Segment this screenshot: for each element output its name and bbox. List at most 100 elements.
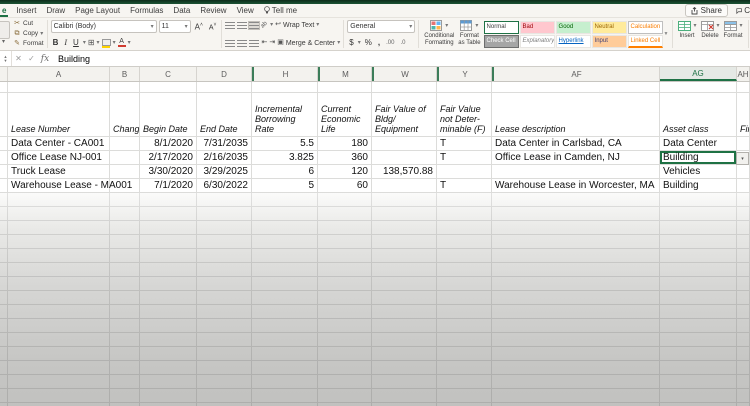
cell-M[interactable]: [318, 277, 372, 291]
cell-Y[interactable]: [437, 347, 492, 361]
cell-AG[interactable]: [660, 305, 737, 319]
cell-AH[interactable]: [737, 347, 750, 361]
cell-AG[interactable]: [660, 291, 737, 305]
cell-C[interactable]: Begin Date: [140, 93, 197, 137]
cut-button[interactable]: ✂ Cut: [13, 20, 44, 28]
cell-H[interactable]: [252, 375, 318, 389]
cell-A[interactable]: [8, 235, 110, 249]
cell-AF[interactable]: [492, 389, 660, 403]
cell-C[interactable]: [140, 319, 197, 333]
cell-C[interactable]: [140, 347, 197, 361]
tab-formulas[interactable]: Formulas: [130, 4, 163, 17]
name-box-stepper[interactable]: ▲ ▼: [0, 51, 12, 66]
cell-AH[interactable]: [737, 305, 750, 319]
cell-B[interactable]: [110, 82, 140, 93]
cell-edge[interactable]: [0, 165, 8, 179]
cell-W[interactable]: [372, 263, 437, 277]
cell-AH[interactable]: [737, 193, 750, 207]
cell-W[interactable]: [372, 305, 437, 319]
cell-A[interactable]: [8, 361, 110, 375]
tab-tell-me[interactable]: Tell me: [263, 4, 297, 17]
fill-color-button[interactable]: [101, 38, 111, 48]
cell-H[interactable]: [252, 193, 318, 207]
cell-B[interactable]: [110, 277, 140, 291]
style-linked-cell[interactable]: Linked Cell: [627, 34, 663, 48]
cell-B[interactable]: [110, 249, 140, 263]
cell-AG[interactable]: [660, 82, 737, 93]
cell-B[interactable]: [110, 389, 140, 403]
cell-Y[interactable]: [437, 82, 492, 93]
cell-W[interactable]: [372, 333, 437, 347]
cell-C[interactable]: [140, 305, 197, 319]
cell-H[interactable]: 3.825: [252, 151, 318, 165]
cell-D[interactable]: [197, 389, 252, 403]
italic-button[interactable]: I: [62, 38, 69, 48]
cell-AF[interactable]: [492, 193, 660, 207]
cell-edge[interactable]: [0, 347, 8, 361]
insert-function-button[interactable]: fx: [38, 54, 52, 64]
bold-button[interactable]: B: [51, 38, 61, 48]
cell-Y[interactable]: T: [437, 137, 492, 151]
cell-H[interactable]: [252, 319, 318, 333]
cell-C[interactable]: [140, 235, 197, 249]
cell-C[interactable]: [140, 263, 197, 277]
cell-B[interactable]: [110, 235, 140, 249]
cell-AG[interactable]: Asset class: [660, 93, 737, 137]
cell-M[interactable]: [318, 347, 372, 361]
cell-A[interactable]: [8, 305, 110, 319]
cell-W[interactable]: [372, 235, 437, 249]
cell-D[interactable]: [197, 375, 252, 389]
cell-edge[interactable]: [0, 193, 8, 207]
cell-H[interactable]: [252, 305, 318, 319]
cell-M[interactable]: [318, 375, 372, 389]
cell-A[interactable]: Lease Number: [8, 93, 110, 137]
cell-AH[interactable]: [737, 221, 750, 235]
cell-AF[interactable]: [492, 291, 660, 305]
cell-C[interactable]: [140, 291, 197, 305]
font-color-button[interactable]: A: [117, 38, 126, 47]
cell-C[interactable]: [140, 207, 197, 221]
cell-Y[interactable]: [437, 263, 492, 277]
cell-edge[interactable]: [0, 82, 8, 93]
orientation-icon[interactable]: ab: [260, 21, 269, 30]
cell-H[interactable]: [252, 82, 318, 93]
cell-Y[interactable]: [437, 207, 492, 221]
cell-AG[interactable]: [660, 263, 737, 277]
borders-button[interactable]: ⊞: [88, 38, 95, 48]
cell-H[interactable]: [252, 221, 318, 235]
percent-button[interactable]: %: [363, 38, 374, 48]
column-header-A[interactable]: A: [8, 67, 110, 81]
cell-Y[interactable]: T: [437, 151, 492, 165]
decrease-indent-icon[interactable]: ⇤: [261, 38, 267, 48]
cell-D[interactable]: [197, 277, 252, 291]
comma-style-button[interactable]: ,: [376, 38, 382, 48]
column-header-AH[interactable]: AH: [737, 67, 750, 81]
cell-D[interactable]: [197, 305, 252, 319]
cell-M[interactable]: 360: [318, 151, 372, 165]
cell-B[interactable]: [110, 151, 140, 165]
cell-M[interactable]: [318, 207, 372, 221]
cell-B[interactable]: [110, 361, 140, 375]
styles-gallery-scroll[interactable]: ▼: [664, 19, 669, 49]
cell-M[interactable]: [318, 249, 372, 263]
align-top-icon[interactable]: [225, 21, 236, 29]
cell-H[interactable]: [252, 291, 318, 305]
cell-A[interactable]: Warehouse Lease - MA001: [8, 179, 132, 193]
cell-AF[interactable]: [492, 207, 660, 221]
cell-B[interactable]: [110, 305, 140, 319]
cell-M[interactable]: [318, 333, 372, 347]
align-center-icon[interactable]: [237, 39, 248, 47]
style-good[interactable]: Good: [555, 20, 591, 34]
cell-M[interactable]: [318, 235, 372, 249]
cell-C[interactable]: 3/30/2020: [140, 165, 197, 179]
cell-H[interactable]: [252, 207, 318, 221]
cell-Y[interactable]: [437, 291, 492, 305]
cell-Y[interactable]: [437, 221, 492, 235]
cell-Y[interactable]: [437, 277, 492, 291]
cell-M[interactable]: [318, 263, 372, 277]
cell-C[interactable]: [140, 221, 197, 235]
column-header-C[interactable]: C: [140, 67, 197, 81]
cell-Y[interactable]: [437, 235, 492, 249]
cell-AG[interactable]: [660, 333, 737, 347]
cell-AG[interactable]: [660, 375, 737, 389]
